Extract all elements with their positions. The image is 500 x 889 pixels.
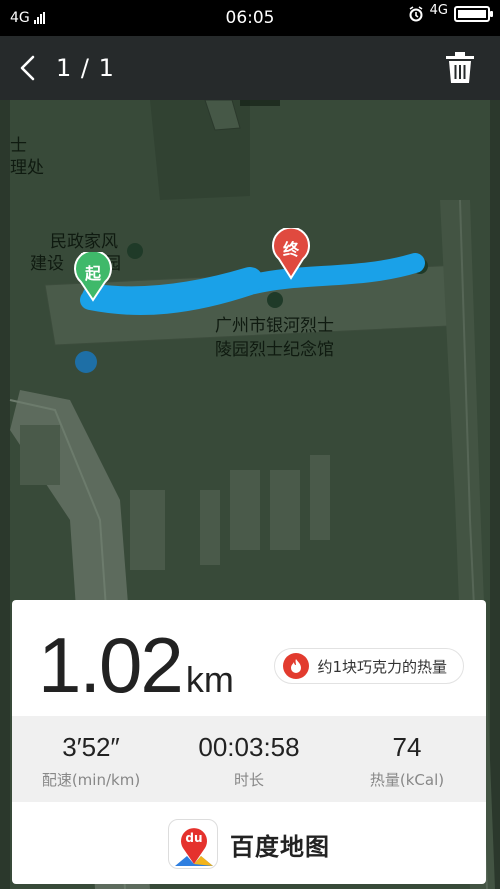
map-label-partial: 士 [10,136,27,156]
alarm-icon [409,6,423,22]
calorie-equivalent-badge: 约1块巧克力的热量 [274,648,464,684]
distance-display: 1.02 km [38,620,234,711]
stat-calories: 74 热量(kCal) [328,716,486,802]
run-summary-card: 1.02 km 约1块巧克力的热量 3′52″ 配速(min/km) 00:03… [12,600,486,884]
stat-duration: 00:03:58 时长 [170,716,328,802]
stat-pace: 3′52″ 配速(min/km) [12,716,170,802]
map-label-memorial-1: 广州市银河烈士 [215,316,334,336]
end-marker[interactable]: 终 [271,228,311,280]
status-right: 4G [408,2,493,22]
map-label-memorial-2: 陵园烈士纪念馆 [215,340,334,360]
stat-value: 74 [392,732,422,762]
calorie-equivalent-text: 约1块巧克力的热量 [317,657,447,676]
nav-bar: 1 / 1 [0,36,500,100]
stat-label: 配速(min/km) [41,771,141,789]
network-type-right: 4G [429,2,448,18]
status-bar: 4G 06:05 4G [0,0,500,36]
start-marker[interactable]: 起 [73,252,113,302]
trash-icon[interactable] [446,52,474,84]
stats-row: 3′52″ 配速(min/km) 00:03:58 时长 74 热量(kCal) [12,716,486,802]
page-counter: 1 / 1 [56,54,115,82]
brand-footer: du 百度地图 [12,814,486,874]
map-label-building: 建设 [30,254,64,274]
fire-icon [283,653,310,679]
stat-value: 00:03:58 [198,732,300,762]
stat-label: 热量(kCal) [369,771,445,789]
parking-marker [75,351,97,373]
back-arrow-icon[interactable] [16,54,42,82]
stat-label: 时长 [233,771,264,789]
stat-value: 3′52″ [62,732,120,762]
distance-value: 1.02 [38,621,184,709]
map-label-minzheng: 民政家风 [50,232,118,252]
start-marker-label: 起 [84,264,101,283]
brand-name: 百度地图 [230,832,330,861]
map-label-office: 理处 [10,158,44,178]
logo-text: du [185,831,203,845]
baidu-map-logo-icon: du [168,819,218,869]
end-marker-label: 终 [282,240,299,259]
distance-unit: km [185,659,234,700]
battery-icon [454,6,493,22]
